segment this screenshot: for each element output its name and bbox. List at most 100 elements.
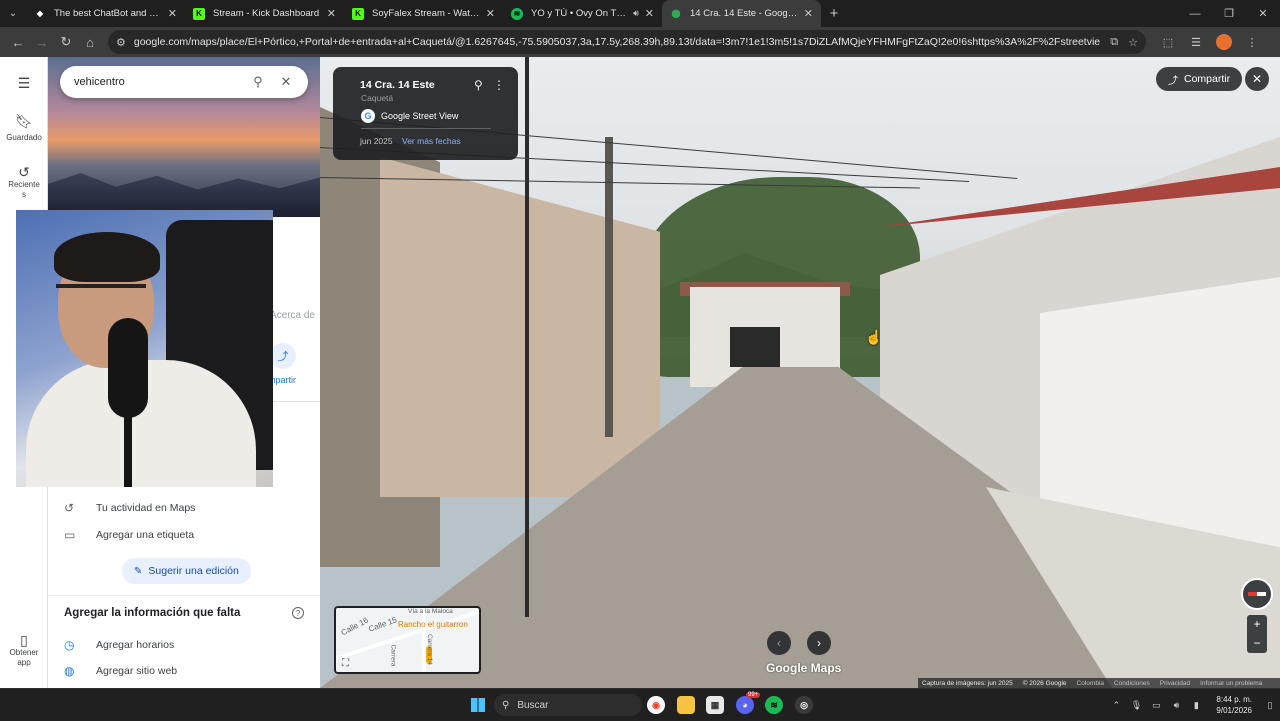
close-tab-icon[interactable]: ✕ [168,7,177,20]
spotify-icon[interactable]: ≋ [765,696,783,714]
new-tab-button[interactable]: + [821,0,847,27]
start-button[interactable] [469,696,487,714]
close-tab-icon[interactable]: ✕ [804,7,813,20]
speaker-icon[interactable]: 🔊︎ [633,8,639,19]
chrome-icon[interactable]: ◉ [647,696,665,714]
country-link[interactable]: Colombia [1077,680,1104,687]
rail-get-app[interactable]: ▯ Obtener app [0,633,48,668]
sv-address: 14 Cra. 14 Este [360,79,435,91]
kick-icon: K [352,7,364,20]
close-tab-icon[interactable]: ✕ [327,7,336,20]
rail-saved[interactable]: 🔖︎ Guardado [0,113,48,142]
missing-info-title: Agregar la información que falta [64,607,241,619]
sv-share-button[interactable]: ⤴ Compartir [1156,67,1243,91]
file-explorer-icon[interactable] [677,696,695,714]
network-icon[interactable]: ▭ [1147,700,1165,711]
search-box[interactable]: vehicentro ⚲ ✕ [60,66,308,98]
tab-kick-stream[interactable]: K SoyFalex Stream - Watch Live o ✕ [344,0,503,27]
search-icon: ⚲ [502,699,510,711]
bookmark-icon: 🔖︎ [15,113,33,129]
history-icon: ↺ [64,501,75,515]
history-icon: ↺ [18,164,30,180]
minimize-icon[interactable]: — [1178,0,1212,27]
location-pin-icon[interactable]: ⚲ [474,78,483,92]
suggest-edit-button[interactable]: ✎ Sugerir una edición [122,558,251,584]
back-icon[interactable]: ← [6,30,30,54]
close-tab-icon[interactable]: ✕ [486,7,495,20]
tab-spotify[interactable]: ≋ YO y TÚ • Ovy On The Drum 🔊︎ ✕ [503,0,662,27]
add-label-row[interactable]: ▭ Agregar una etiqueta [64,528,194,542]
mic-icon[interactable]: 🎙︎ [1127,700,1145,711]
browser-menu-icon[interactable]: ⋮ [1238,30,1266,54]
rail-recent[interactable]: ↺ Reciente s [0,164,48,200]
clock[interactable]: 8:44 p. m. 9/01/2026 [1216,694,1252,716]
google-icon: G [361,109,375,123]
minimap-street: Calle 16 [339,615,370,638]
extensions-icon[interactable]: ⬚ [1154,30,1182,54]
add-label-label: Agregar una etiqueta [96,529,195,541]
store-icon[interactable]: ▦ [706,696,724,714]
compass-icon[interactable] [1241,578,1273,610]
home-icon[interactable]: ⌂ [78,30,102,54]
install-icon[interactable]: ⧉ [1110,36,1118,49]
add-website-row[interactable]: ◍ Agregar sitio web [64,664,177,678]
sv-close-button[interactable]: ✕ [1245,67,1269,91]
system-tray: ⌃ 🎙︎ ▭ 🔊︎ ▮ 8:44 p. m. 9/01/2026 ▯ [1106,689,1280,721]
label-icon: ▭ [64,528,76,542]
close-window-icon[interactable]: ✕ [1246,0,1280,27]
activity-label: Tu actividad en Maps [96,502,196,514]
add-hours-row[interactable]: ◷ Agregar horarios [64,638,174,652]
add-hours-label: Agregar horarios [96,639,175,651]
terms-link[interactable]: Condiciones [1114,680,1150,687]
zoom-out-button[interactable]: − [1247,634,1267,653]
profile-avatar[interactable] [1216,34,1232,50]
close-tab-icon[interactable]: ✕ [645,7,654,20]
rail-menu[interactable]: ☰ [0,75,48,95]
report-link[interactable]: Informar un problema [1200,680,1262,687]
tab-strip: ⌄ ◆ The best ChatBot and Widgets ✕ K Str… [0,0,1280,27]
minimap[interactable]: Calle 16 Calle 15 Vía a la Maloca Rancho… [334,606,481,674]
prev-arrow-button[interactable]: ‹ [767,631,791,655]
tab-about[interactable]: Acerca de [270,310,315,321]
bookmark-star-icon[interactable]: ☆ [1128,36,1138,49]
share-icon[interactable]: ⤴ [270,343,296,369]
hand-cursor-icon: ☝ [865,329,883,345]
expand-icon[interactable]: ⛶ [342,658,349,669]
clock-date: 9/01/2026 [1216,706,1252,715]
forward-icon[interactable]: → [30,30,54,54]
obs-icon[interactable]: ◎ [795,696,813,714]
notifications-icon[interactable]: ▯ [1261,700,1279,711]
add-website-label: Agregar sitio web [96,665,178,677]
battery-icon[interactable]: ▮ [1187,700,1205,711]
tab-search-icon[interactable]: ⌄ [0,0,26,27]
search-icon[interactable]: ⚲ [244,74,272,90]
restore-icon[interactable]: ❐ [1212,0,1246,27]
volume-icon[interactable]: 🔊︎ [1167,700,1185,711]
zoom-controls: + − [1247,615,1267,653]
tab-google-maps[interactable]: ⬤ 14 Cra. 14 Este - Google Maps ✕ [662,0,821,27]
chatbot-icon: ◆ [36,9,44,18]
menu-icon: ☰ [17,75,31,91]
activity-row[interactable]: ↺ Tu actividad en Maps [64,501,195,515]
tray-overflow-icon[interactable]: ⌃ [1107,700,1125,711]
pencil-icon: ✎ [134,565,143,577]
zoom-in-button[interactable]: + [1247,615,1267,634]
more-options-icon[interactable]: ⋮ [493,78,505,92]
address-bar[interactable]: ⚙ google.com/maps/place/El+Pórtico,+Port… [108,30,1146,54]
tab-kick-dashboard[interactable]: K Stream - Kick Dashboard ✕ [185,0,344,27]
reload-icon[interactable]: ↻ [54,30,78,54]
minimap-poi: Rancho el guitarron [398,620,468,629]
tab-chatbot[interactable]: ◆ The best ChatBot and Widgets ✕ [26,0,185,27]
next-arrow-button[interactable]: › [807,631,831,655]
discord-icon[interactable]: ◕ [736,696,754,714]
reading-list-icon[interactable]: ☰ [1182,30,1210,54]
sv-more-dates-link[interactable]: Ver más fechas [402,136,461,146]
site-info-icon[interactable]: ⚙ [116,36,126,49]
search-input[interactable]: vehicentro [74,76,244,88]
suggest-edit-label: Sugerir una edición [148,565,239,577]
clear-search-icon[interactable]: ✕ [272,74,300,90]
tab-title: The best ChatBot and Widgets [54,8,162,19]
taskbar-search[interactable]: ⚲ Buscar [494,694,642,716]
help-icon[interactable]: ? [292,607,304,619]
privacy-link[interactable]: Privacidad [1160,680,1190,687]
